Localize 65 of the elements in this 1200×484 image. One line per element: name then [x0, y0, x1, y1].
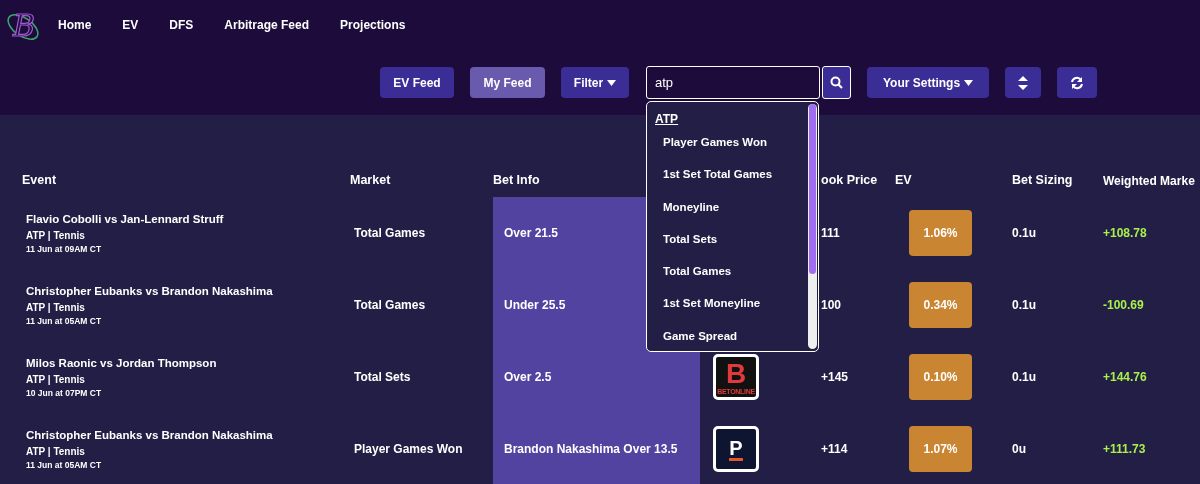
- weighted-market-price: +108.78: [1103, 225, 1147, 242]
- book-price: 100: [821, 297, 842, 314]
- search-field[interactable]: atp: [646, 66, 820, 99]
- column-header: EV: [895, 172, 912, 190]
- bet-sizing: 0u: [1012, 441, 1026, 458]
- column-header: ook Price: [821, 172, 878, 190]
- column-header: Bet Sizing: [1012, 172, 1073, 190]
- event-date: 11 Jun at 09AM CT: [26, 242, 103, 256]
- feed-button[interactable]: EV Feed: [380, 67, 454, 98]
- event-date: 11 Jun at 05AM CT: [26, 314, 103, 328]
- bet-sizing: 0.1u: [1012, 297, 1036, 314]
- column-header: Market: [350, 172, 391, 190]
- feed-button[interactable]: My Feed: [470, 67, 545, 98]
- ev-badge: 1.06%: [909, 210, 972, 256]
- weighted-market-price: +144.76: [1103, 369, 1147, 386]
- scrollbar-thumb[interactable]: [809, 104, 816, 274]
- book-price: +145: [821, 369, 849, 386]
- sort-icon: [1018, 76, 1029, 91]
- book-price: +114: [821, 441, 848, 458]
- weighted-market-price: -100.69: [1103, 297, 1144, 314]
- dropdown-button[interactable]: Filter: [561, 67, 629, 98]
- suggestion-item[interactable]: Player Games Won: [655, 134, 818, 167]
- bet-info-cell: Brandon Nakashima Over 13.5: [493, 413, 700, 484]
- refresh-button[interactable]: [1057, 67, 1098, 98]
- event-league: ATP | Tennis: [26, 228, 86, 243]
- nav-link[interactable]: Home: [58, 16, 92, 34]
- event-date: 10 Jun at 07PM CT: [26, 386, 103, 400]
- suggestion-group[interactable]: ATP: [655, 110, 679, 128]
- refresh-icon: [1070, 76, 1085, 91]
- event-league: ATP | Tennis: [26, 372, 86, 387]
- book-price: 111: [821, 225, 840, 242]
- nav-link[interactable]: Arbitrage Feed: [224, 16, 310, 34]
- suggestion-item[interactable]: 1st Set Total Games: [655, 166, 818, 199]
- nav-link[interactable]: Projections: [340, 16, 406, 34]
- event-date: 11 Jun at 05AM CT: [26, 458, 103, 472]
- weighted-market-price: +111.73: [1103, 441, 1146, 458]
- market-text: Total Games: [354, 297, 426, 314]
- event-name: Flavio Cobolli vs Jan-Lennard Struff: [26, 211, 224, 227]
- column-header: Bet Info: [493, 172, 540, 190]
- event-name: Christopher Eubanks vs Brandon Nakashima: [26, 283, 273, 299]
- event-name: Christopher Eubanks vs Brandon Nakashima: [26, 427, 273, 443]
- event-league: ATP | Tennis: [26, 444, 86, 459]
- dropdown-button[interactable]: Your Settings: [867, 67, 990, 98]
- sort-button[interactable]: [1005, 67, 1042, 98]
- sportsbook-logo: P: [713, 426, 759, 472]
- market-text: Player Games Won: [354, 441, 463, 458]
- column-header: Weighted Marke: [1103, 173, 1195, 190]
- market-text: Total Games: [354, 225, 426, 242]
- scrollbar[interactable]: [808, 104, 817, 349]
- column-header: Event: [22, 172, 57, 190]
- nav-link[interactable]: DFS: [169, 16, 194, 34]
- search-icon: [830, 76, 843, 89]
- ev-badge: 1.07%: [909, 426, 972, 472]
- market-text: Total Sets: [354, 369, 411, 386]
- ev-badge: 0.34%: [909, 282, 972, 328]
- bet-sizing: 0.1u: [1012, 225, 1036, 242]
- caret-icon: [607, 80, 617, 87]
- event-name: Milos Raonic vs Jordan Thompson: [26, 355, 217, 371]
- bet-info-cell: Over 2.5: [493, 341, 700, 413]
- event-league: ATP | Tennis: [26, 300, 86, 315]
- bet-sizing: 0.1u: [1012, 369, 1036, 386]
- caret-icon: [964, 80, 974, 87]
- ev-badge: 0.10%: [909, 354, 972, 400]
- nav-link[interactable]: EV: [122, 16, 139, 34]
- search-button[interactable]: [822, 66, 851, 99]
